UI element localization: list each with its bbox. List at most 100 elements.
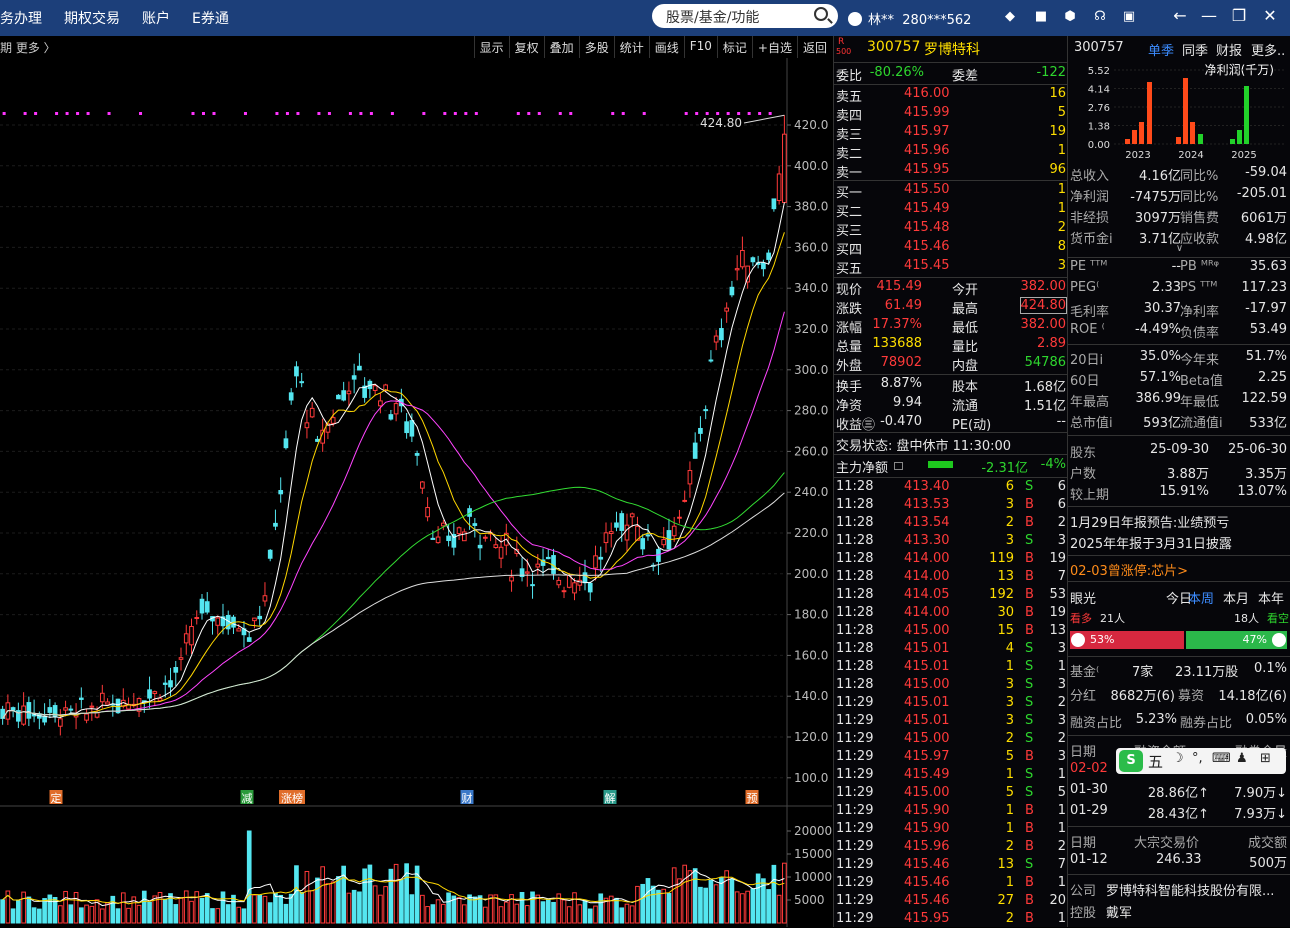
- volume-bar[interactable]: [530, 891, 535, 924]
- candle[interactable]: [147, 689, 152, 699]
- volume-bar[interactable]: [577, 904, 583, 924]
- candle[interactable]: [556, 579, 562, 586]
- period-more[interactable]: 期 更多 〉: [0, 36, 474, 58]
- volume-bar[interactable]: [294, 865, 299, 924]
- candle[interactable]: [593, 555, 598, 569]
- volume-bar[interactable]: [535, 894, 541, 924]
- eye-tab-year[interactable]: 本年: [1258, 588, 1284, 607]
- candle[interactable]: [619, 513, 625, 531]
- volume-bar[interactable]: [703, 887, 709, 924]
- candle[interactable]: [246, 637, 252, 642]
- candle[interactable]: [425, 507, 430, 518]
- candle[interactable]: [194, 617, 200, 620]
- back-icon[interactable]: ←: [1168, 6, 1192, 25]
- volume-bar[interactable]: [283, 903, 289, 924]
- candle[interactable]: [782, 133, 787, 204]
- candle[interactable]: [640, 538, 646, 550]
- candle[interactable]: [257, 615, 263, 620]
- menu-item-account[interactable]: 账户: [131, 8, 181, 28]
- candle[interactable]: [493, 544, 499, 549]
- tab-draw[interactable]: 画线: [648, 36, 684, 58]
- volume-bar[interactable]: [572, 892, 577, 924]
- volume-bar[interactable]: [745, 890, 750, 924]
- tab-multi[interactable]: 多股: [578, 36, 614, 58]
- volume-bar[interactable]: [236, 906, 242, 924]
- ask-row[interactable]: 卖二 415.96 1: [834, 142, 1068, 162]
- candle[interactable]: [624, 524, 630, 541]
- candle[interactable]: [477, 544, 483, 549]
- volume-bar[interactable]: [587, 908, 593, 924]
- candle[interactable]: [524, 571, 530, 574]
- headset-icon[interactable]: ☊: [1092, 9, 1108, 25]
- volume-bar[interactable]: [378, 894, 383, 924]
- candle[interactable]: [84, 713, 89, 721]
- candle[interactable]: [698, 427, 703, 434]
- volume-bar[interactable]: [47, 894, 53, 924]
- volume-bar[interactable]: [189, 900, 194, 924]
- volume-bar[interactable]: [425, 906, 430, 924]
- candle[interactable]: [771, 198, 777, 210]
- candle[interactable]: [766, 252, 771, 260]
- fin-bar[interactable]: [1176, 137, 1181, 144]
- volume-bar[interactable]: [16, 900, 21, 924]
- volume-bar[interactable]: [320, 866, 326, 924]
- volume-bar[interactable]: [598, 893, 604, 924]
- company-row[interactable]: 公司 罗博特科智能科技股份有限...: [1068, 879, 1290, 899]
- volume-bar[interactable]: [273, 892, 278, 924]
- volume-bar[interactable]: [671, 867, 677, 924]
- volume-bar[interactable]: [257, 894, 263, 924]
- candle[interactable]: [561, 590, 567, 593]
- kline-chart[interactable]: 420.0 400.0 380.0 360.0 340.0 320.0 300.0 280.0…: [0, 58, 832, 927]
- notice-row[interactable]: 1月29日年报预告:业绩预亏: [1068, 511, 1290, 531]
- candle[interactable]: [729, 286, 735, 296]
- message-icon[interactable]: ▣: [1121, 9, 1137, 25]
- candle[interactable]: [273, 522, 278, 527]
- candle[interactable]: [682, 499, 688, 502]
- candle[interactable]: [614, 522, 619, 528]
- volume-bar[interactable]: [719, 876, 724, 924]
- volume-bar[interactable]: [68, 904, 74, 924]
- volume-bar[interactable]: [388, 868, 394, 924]
- volume-bar[interactable]: [519, 891, 525, 924]
- volume-bar[interactable]: [687, 870, 693, 924]
- candle[interactable]: [357, 365, 362, 371]
- volume-bar[interactable]: [635, 885, 640, 924]
- volume-bar[interactable]: [58, 905, 63, 924]
- volume-bar[interactable]: [288, 893, 294, 924]
- volume-bar[interactable]: [194, 891, 200, 924]
- candle[interactable]: [99, 692, 105, 703]
- fin-bar[interactable]: [1190, 122, 1195, 144]
- volume-bar[interactable]: [514, 903, 520, 924]
- volume-bar[interactable]: [278, 894, 284, 924]
- candle[interactable]: [587, 582, 593, 593]
- eye-tab-week[interactable]: 本周: [1188, 588, 1214, 607]
- bid-row[interactable]: 买一 415.50 1: [834, 181, 1068, 201]
- volume-bar[interactable]: [26, 896, 32, 924]
- tab-report[interactable]: 财报: [1216, 40, 1242, 59]
- volume-bar[interactable]: [78, 907, 84, 924]
- close-icon[interactable]: ✕: [1258, 6, 1282, 25]
- tab-more[interactable]: 更多..: [1251, 40, 1285, 59]
- candle[interactable]: [404, 421, 409, 434]
- volume-bar[interactable]: [441, 903, 446, 924]
- candle[interactable]: [346, 390, 352, 395]
- volume-bar[interactable]: [199, 898, 205, 924]
- volume-bar[interactable]: [299, 891, 305, 924]
- candle[interactable]: [409, 420, 415, 437]
- tab-same-quarter[interactable]: 同季: [1182, 40, 1208, 59]
- volume-bar[interactable]: [750, 888, 756, 924]
- ime-mode[interactable]: 五: [1148, 751, 1163, 772]
- candle[interactable]: [215, 617, 221, 626]
- candle[interactable]: [629, 513, 635, 518]
- volume-bar[interactable]: [120, 892, 126, 924]
- candle[interactable]: [750, 257, 756, 263]
- candle[interactable]: [299, 381, 305, 384]
- volume-bar[interactable]: [420, 894, 425, 924]
- candle[interactable]: [509, 576, 514, 582]
- volume-bar[interactable]: [173, 904, 179, 924]
- candle[interactable]: [178, 657, 184, 660]
- bull-bar[interactable]: 53%: [1070, 631, 1184, 649]
- volume-bar[interactable]: [551, 901, 556, 924]
- volume-bar[interactable]: [692, 868, 698, 924]
- candle[interactable]: [199, 598, 205, 614]
